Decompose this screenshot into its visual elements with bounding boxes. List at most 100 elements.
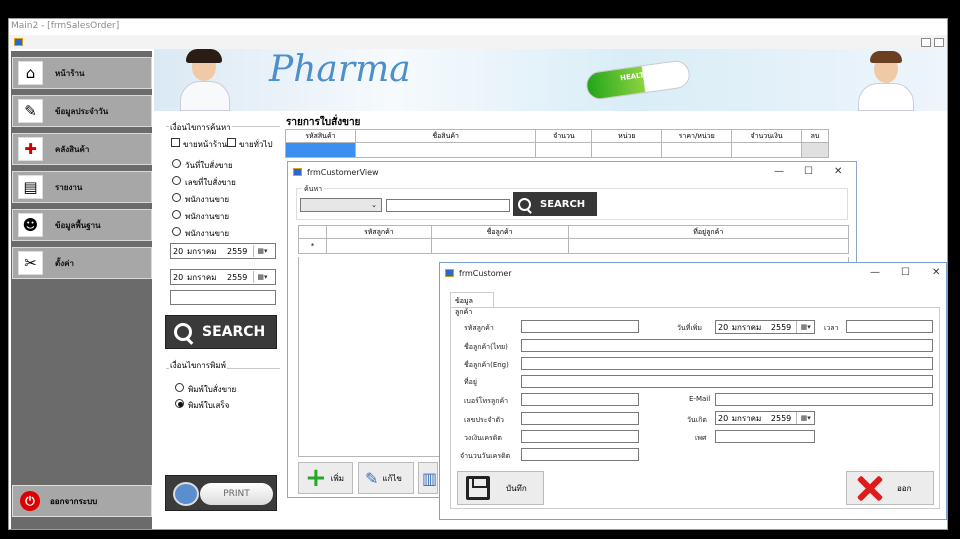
exit-label: ออก [897, 483, 912, 493]
main-window-title: Main2 - [frmSalesOrder] [11, 21, 120, 31]
delete-cell-button[interactable] [801, 142, 829, 158]
grid-cell[interactable] [285, 142, 356, 158]
doctor-right-image [854, 49, 916, 111]
order-grid[interactable]: รหัสสินค้า ชื่อสินค้า จำนวน หน่วย ราคา/ห… [285, 129, 829, 158]
grid-cell[interactable] [661, 142, 733, 158]
grid-cell[interactable] [591, 142, 663, 158]
label-phone: เบอร์โทรลูกค้า [464, 397, 509, 405]
grid-cell[interactable] [567, 238, 849, 254]
col-header: ชื่อสินค้า [354, 129, 537, 143]
customer-code-input[interactable] [521, 320, 639, 333]
grid-cell[interactable] [731, 142, 802, 158]
radio-print-order[interactable] [175, 383, 184, 394]
print-button[interactable]: PRINT [165, 475, 277, 511]
delete-button[interactable]: ▥ [418, 462, 438, 494]
col-header: หน่วย [591, 129, 663, 143]
customer-grid[interactable]: รหัสลูกค้า ชื่อลูกค้า ที่อยู่ลูกค้า * [298, 225, 849, 254]
first-aid-kit-icon: ✚ [18, 137, 43, 161]
radio-order-no[interactable] [172, 176, 181, 187]
radio-label: พนักงานขาย [185, 212, 230, 221]
name-thai-input[interactable] [521, 339, 933, 352]
date-picker-to[interactable]: 20 มกราคม 2559 ▦▾ [170, 269, 276, 285]
id-number-input[interactable] [521, 412, 639, 425]
table-row[interactable]: * [298, 238, 849, 254]
date-year: 2559 [227, 246, 248, 256]
name-eng-input[interactable] [521, 357, 933, 370]
sidebar-item-daily-data[interactable]: ✎ ข้อมูลประจำวัน [12, 95, 152, 127]
col-header: รหัสสินค้า [285, 129, 356, 143]
maximize-icon[interactable]: ☐ [901, 267, 910, 278]
radio-salesperson-2[interactable] [172, 210, 181, 221]
calendar-dropdown-icon[interactable]: ▦▾ [796, 412, 814, 424]
label-credit-days: จำนวนวันเครดิต [460, 452, 511, 460]
radio-print-receipt[interactable] [175, 399, 184, 410]
customer-search-button[interactable]: SEARCH [513, 192, 597, 216]
row-header [298, 225, 327, 239]
search-conditions-label: เงื่อนไขการค้นหา [169, 121, 232, 134]
radio-salesperson[interactable] [172, 193, 181, 204]
gender-input[interactable] [715, 430, 815, 443]
date-picker-from[interactable]: 20 มกราคม 2559 ▦▾ [170, 243, 276, 259]
checkbox-icon [171, 138, 180, 147]
date-month: มกราคม [731, 413, 762, 423]
radio-label: พิมพ์ใบสั่งขาย [188, 385, 237, 394]
edit-label: แก้ไข [382, 473, 402, 483]
check-general-label: ขายทั่วไป [239, 140, 273, 149]
minimize-icon[interactable] [921, 38, 931, 47]
address-input[interactable] [521, 375, 933, 388]
search-field-combo[interactable]: ⌄ [300, 198, 382, 212]
sidebar-item-reports[interactable]: ▤ รายงาน [12, 171, 152, 203]
time-input[interactable] [846, 320, 933, 333]
phone-input[interactable] [521, 393, 639, 406]
email-input[interactable] [715, 393, 933, 406]
exit-button[interactable]: ออก [846, 471, 934, 505]
tab-customer-data[interactable]: ข้อมูลลูกค้า [450, 292, 494, 316]
radio-label: เลขที่ใบสั่งขาย [185, 178, 236, 187]
close-icon[interactable]: ✕ [932, 267, 940, 278]
col-header: ที่อยู่ลูกค้า [567, 225, 849, 239]
print-conditions-label: เงื่อนไขการพิมพ์ [169, 359, 227, 372]
radio-salesperson-3[interactable] [172, 227, 181, 238]
radio-icon [172, 227, 181, 236]
maximize-icon[interactable]: ☐ [804, 166, 813, 177]
table-row[interactable] [285, 142, 829, 158]
radio-label: พิมพ์ใบเสร็จ [188, 401, 230, 410]
added-date-picker[interactable]: 20 มกราคม 2559 ▦▾ [715, 320, 815, 334]
label-credit-limit: วงเงินเครดิต [464, 434, 502, 442]
close-red-x-icon [855, 474, 883, 502]
credit-days-input[interactable] [521, 448, 639, 461]
tools-icon: ✂ [18, 251, 43, 275]
birthday-date-picker[interactable]: 20 มกราคม 2559 ▦▾ [715, 411, 815, 425]
sidebar-item-label: หน้าร้าน [55, 68, 85, 78]
close-icon[interactable]: ✕ [834, 166, 842, 177]
check-storefront-sale[interactable] [171, 138, 180, 149]
grid-cell[interactable] [354, 142, 537, 158]
edit-button[interactable]: ✎ แก้ไข [358, 462, 414, 494]
logout-button[interactable]: ⏻ ออกจากระบบ [12, 485, 152, 517]
check-general-sale[interactable] [227, 138, 236, 149]
grid-cell[interactable] [535, 142, 593, 158]
date-year: 2559 [770, 322, 792, 332]
add-button[interactable]: + เพิ่ม [298, 462, 353, 494]
radio-order-date[interactable] [172, 159, 181, 170]
sidebar-item-master-data[interactable]: ☻ ข้อมูลพื้นฐาน [12, 209, 152, 241]
save-button[interactable]: บันทึก [457, 471, 544, 505]
minimize-icon[interactable]: — [774, 166, 784, 177]
sidebar-item-inventory[interactable]: ✚ คลังสินค้า [12, 133, 152, 165]
calendar-dropdown-icon[interactable]: ▦▾ [253, 271, 271, 283]
search-button[interactable]: SEARCH [165, 315, 277, 349]
grid-cell[interactable] [430, 238, 569, 254]
calendar-dropdown-icon[interactable]: ▦▾ [253, 245, 271, 257]
sidebar-item-storefront[interactable]: ⌂ หน้าร้าน [12, 57, 152, 89]
col-header: จำนวน [535, 129, 593, 143]
search-text-input[interactable] [170, 290, 276, 305]
grid-cell[interactable] [325, 238, 432, 254]
credit-limit-input[interactable] [521, 430, 639, 443]
calendar-dropdown-icon[interactable]: ▦▾ [796, 321, 814, 333]
sidebar-item-settings[interactable]: ✂ ตั้งค่า [12, 247, 152, 279]
minimize-icon[interactable]: — [870, 267, 880, 278]
plus-icon: + [305, 463, 327, 493]
radio-icon [172, 176, 181, 185]
restore-icon[interactable] [934, 38, 944, 47]
customer-search-input[interactable] [386, 199, 510, 212]
